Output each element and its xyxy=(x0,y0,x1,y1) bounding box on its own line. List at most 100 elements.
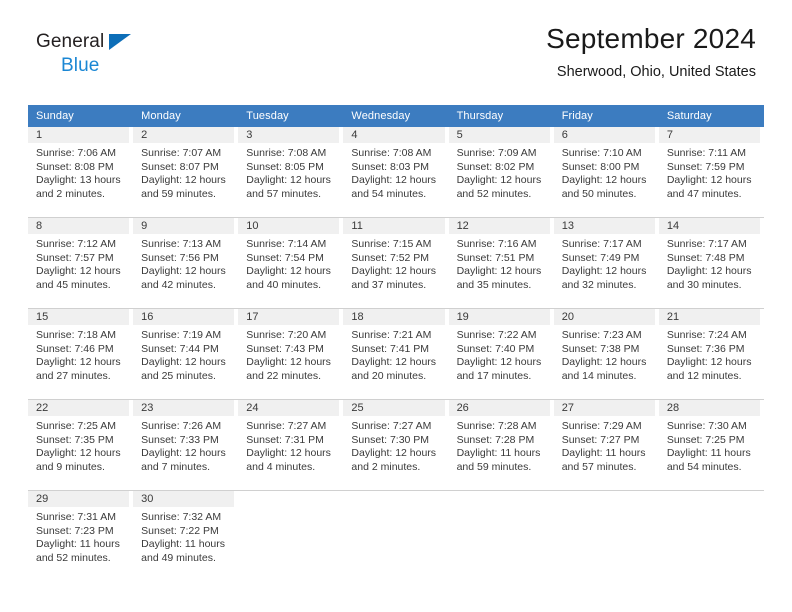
day-cell[interactable]: 30 Sunrise: 7:32 AM Sunset: 7:22 PM Dayligh… xyxy=(133,491,238,582)
day-cell[interactable]: 21 Sunrise: 7:24 AM Sunset: 7:36 PM Dayligh… xyxy=(658,308,764,400)
daylight-text-line2: and 4 minutes. xyxy=(246,460,316,473)
weekday-header-thursday: Thursday xyxy=(448,105,554,127)
day-cell[interactable]: 19 Sunrise: 7:22 AM Sunset: 7:40 PM Dayligh… xyxy=(448,308,554,400)
sunrise-text: Sunrise: 7:18 AM xyxy=(36,329,116,341)
sunset-text: Sunset: 7:25 PM xyxy=(666,433,745,446)
day-cell[interactable]: 1 Sunrise: 7:06 AM Sunset: 8:08 PM Daylight… xyxy=(28,127,134,218)
day-number: 30 xyxy=(133,491,235,507)
day-cell-empty xyxy=(554,491,659,582)
sunset-text: Sunset: 7:23 PM xyxy=(36,524,114,537)
sunset-text: Sunset: 7:46 PM xyxy=(36,342,114,355)
day-cell[interactable]: 20 Sunrise: 7:23 AM Sunset: 7:38 PM Dayligh… xyxy=(553,308,659,400)
day-cell[interactable]: 13 Sunrise: 7:17 AM Sunset: 7:49 PM Dayligh… xyxy=(553,217,659,309)
daylight-text-line2: and 47 minutes. xyxy=(666,187,742,200)
day-cell-empty xyxy=(449,491,554,582)
day-cell[interactable]: 28 Sunrise: 7:30 AM Sunset: 7:25 PM Dayligh… xyxy=(658,399,764,491)
day-cell[interactable]: 2 Sunrise: 7:07 AM Sunset: 8:07 PM Daylight… xyxy=(133,127,239,218)
weekday-header-saturday: Saturday xyxy=(658,105,764,127)
sunrise-text: Sunrise: 7:06 AM xyxy=(36,147,116,159)
day-number: 5 xyxy=(448,127,550,143)
weekday-header-friday: Friday xyxy=(553,105,659,127)
day-cell[interactable]: 12 Sunrise: 7:16 AM Sunset: 7:51 PM Dayligh… xyxy=(448,217,554,309)
sunset-text: Sunset: 8:03 PM xyxy=(351,160,430,173)
daylight-text-line1: Daylight: 12 hours xyxy=(141,447,226,460)
day-cell[interactable]: 5 Sunrise: 7:09 AM Sunset: 8:02 PM Daylight… xyxy=(448,127,554,218)
daylight-text-line1: Daylight: 12 hours xyxy=(456,174,542,187)
page-title: September 2024 xyxy=(546,23,756,54)
sunrise-text: Sunrise: 7:28 AM xyxy=(456,420,537,432)
day-cell[interactable]: 15 Sunrise: 7:18 AM Sunset: 7:46 PM Dayligh… xyxy=(28,308,134,400)
weekday-header-row: Sunday Monday Tuesday Wednesday Thursday… xyxy=(28,105,764,127)
day-cell[interactable]: 16 Sunrise: 7:19 AM Sunset: 7:44 PM Dayligh… xyxy=(133,308,239,400)
sunrise-text: Sunrise: 7:27 AM xyxy=(351,420,432,432)
day-cell[interactable]: 23 Sunrise: 7:26 AM Sunset: 7:33 PM Dayligh… xyxy=(133,399,239,491)
daylight-text-line1: Daylight: 12 hours xyxy=(246,265,331,278)
sunrise-text: Sunrise: 7:09 AM xyxy=(456,147,537,159)
sunrise-text: Sunrise: 7:11 AM xyxy=(666,147,747,159)
day-cell[interactable]: 10 Sunrise: 7:14 AM Sunset: 7:54 PM Dayligh… xyxy=(238,217,344,309)
sunset-text: Sunset: 8:05 PM xyxy=(246,160,324,173)
day-cell[interactable]: 29 Sunrise: 7:31 AM Sunset: 7:23 PM Dayligh… xyxy=(28,491,133,582)
week-row: 22 Sunrise: 7:25 AM Sunset: 7:35 PM Dayligh… xyxy=(28,399,764,491)
day-number: 9 xyxy=(133,218,235,234)
sunrise-text: Sunrise: 7:13 AM xyxy=(141,238,222,250)
sunset-text: Sunset: 7:41 PM xyxy=(351,342,430,355)
day-cell[interactable]: 7 Sunrise: 7:11 AM Sunset: 7:59 PM Daylight… xyxy=(658,127,764,218)
day-number: 23 xyxy=(133,400,235,416)
sunset-text: Sunset: 7:52 PM xyxy=(351,251,430,264)
sunset-text: Sunset: 7:27 PM xyxy=(561,433,640,446)
week-row: 15 Sunrise: 7:18 AM Sunset: 7:46 PM Dayligh… xyxy=(28,308,764,400)
daylight-text-line2: and 9 minutes. xyxy=(36,460,105,473)
day-cell[interactable]: 25 Sunrise: 7:27 AM Sunset: 7:30 PM Dayligh… xyxy=(343,399,449,491)
day-cell[interactable]: 3 Sunrise: 7:08 AM Sunset: 8:05 PM Daylight… xyxy=(238,127,344,218)
sunrise-text: Sunrise: 7:21 AM xyxy=(351,329,432,341)
day-number: 20 xyxy=(553,309,655,325)
sunset-text: Sunset: 7:59 PM xyxy=(666,160,745,173)
day-cell[interactable]: 9 Sunrise: 7:13 AM Sunset: 7:56 PM Daylight… xyxy=(133,217,239,309)
sunrise-text: Sunrise: 7:25 AM xyxy=(36,420,116,432)
daylight-text-line1: Daylight: 11 hours xyxy=(561,447,646,460)
sunset-text: Sunset: 8:00 PM xyxy=(561,160,640,173)
day-cell[interactable]: 8 Sunrise: 7:12 AM Sunset: 7:57 PM Daylight… xyxy=(28,217,134,309)
day-number: 4 xyxy=(343,127,445,143)
day-cell[interactable]: 24 Sunrise: 7:27 AM Sunset: 7:31 PM Dayligh… xyxy=(238,399,344,491)
daylight-text-line2: and 20 minutes. xyxy=(351,369,427,382)
daylight-text-line2: and 45 minutes. xyxy=(36,278,111,291)
daylight-text-line1: Daylight: 12 hours xyxy=(456,265,542,278)
daylight-text-line1: Daylight: 12 hours xyxy=(351,447,437,460)
day-cell[interactable]: 27 Sunrise: 7:29 AM Sunset: 7:27 PM Dayligh… xyxy=(553,399,659,491)
daylight-text-line2: and 7 minutes. xyxy=(141,460,211,473)
day-cell[interactable]: 17 Sunrise: 7:20 AM Sunset: 7:43 PM Dayligh… xyxy=(238,308,344,400)
daylight-text-line2: and 32 minutes. xyxy=(561,278,637,291)
day-cell[interactable]: 26 Sunrise: 7:28 AM Sunset: 7:28 PM Dayligh… xyxy=(448,399,554,491)
daylight-text-line1: Daylight: 12 hours xyxy=(561,356,647,369)
day-cell[interactable]: 6 Sunrise: 7:10 AM Sunset: 8:00 PM Daylight… xyxy=(553,127,659,218)
daylight-text-line1: Daylight: 12 hours xyxy=(36,447,121,460)
day-number: 2 xyxy=(133,127,235,143)
day-number xyxy=(659,491,760,507)
day-number: 12 xyxy=(448,218,550,234)
day-cell[interactable]: 11 Sunrise: 7:15 AM Sunset: 7:52 PM Dayligh… xyxy=(343,217,449,309)
daylight-text-line2: and 54 minutes. xyxy=(351,187,427,200)
day-number: 17 xyxy=(238,309,340,325)
day-number: 18 xyxy=(343,309,445,325)
daylight-text-line1: Daylight: 12 hours xyxy=(351,265,437,278)
day-number: 19 xyxy=(448,309,550,325)
day-number: 21 xyxy=(658,309,760,325)
day-cell[interactable]: 4 Sunrise: 7:08 AM Sunset: 8:03 PM Daylight… xyxy=(343,127,449,218)
general-blue-logo[interactable]: General Blue xyxy=(36,32,131,75)
sunrise-text: Sunrise: 7:20 AM xyxy=(246,329,327,341)
daylight-text-line2: and 12 minutes. xyxy=(666,369,742,382)
daylight-text-line2: and 50 minutes. xyxy=(561,187,637,200)
daylight-text-line2: and 57 minutes. xyxy=(561,460,637,473)
daylight-text-line1: Daylight: 12 hours xyxy=(666,356,752,369)
daylight-text-line1: Daylight: 12 hours xyxy=(456,356,542,369)
daylight-text-line1: Daylight: 11 hours xyxy=(456,447,541,460)
sunset-text: Sunset: 8:08 PM xyxy=(36,160,114,173)
daylight-text-line2: and 49 minutes. xyxy=(141,551,216,564)
day-cell[interactable]: 22 Sunrise: 7:25 AM Sunset: 7:35 PM Dayligh… xyxy=(28,399,134,491)
day-cell[interactable]: 18 Sunrise: 7:21 AM Sunset: 7:41 PM Dayligh… xyxy=(343,308,449,400)
sunset-text: Sunset: 7:35 PM xyxy=(36,433,114,446)
day-cell[interactable]: 14 Sunrise: 7:17 AM Sunset: 7:48 PM Dayligh… xyxy=(658,217,764,309)
daylight-text-line2: and 57 minutes. xyxy=(246,187,321,200)
